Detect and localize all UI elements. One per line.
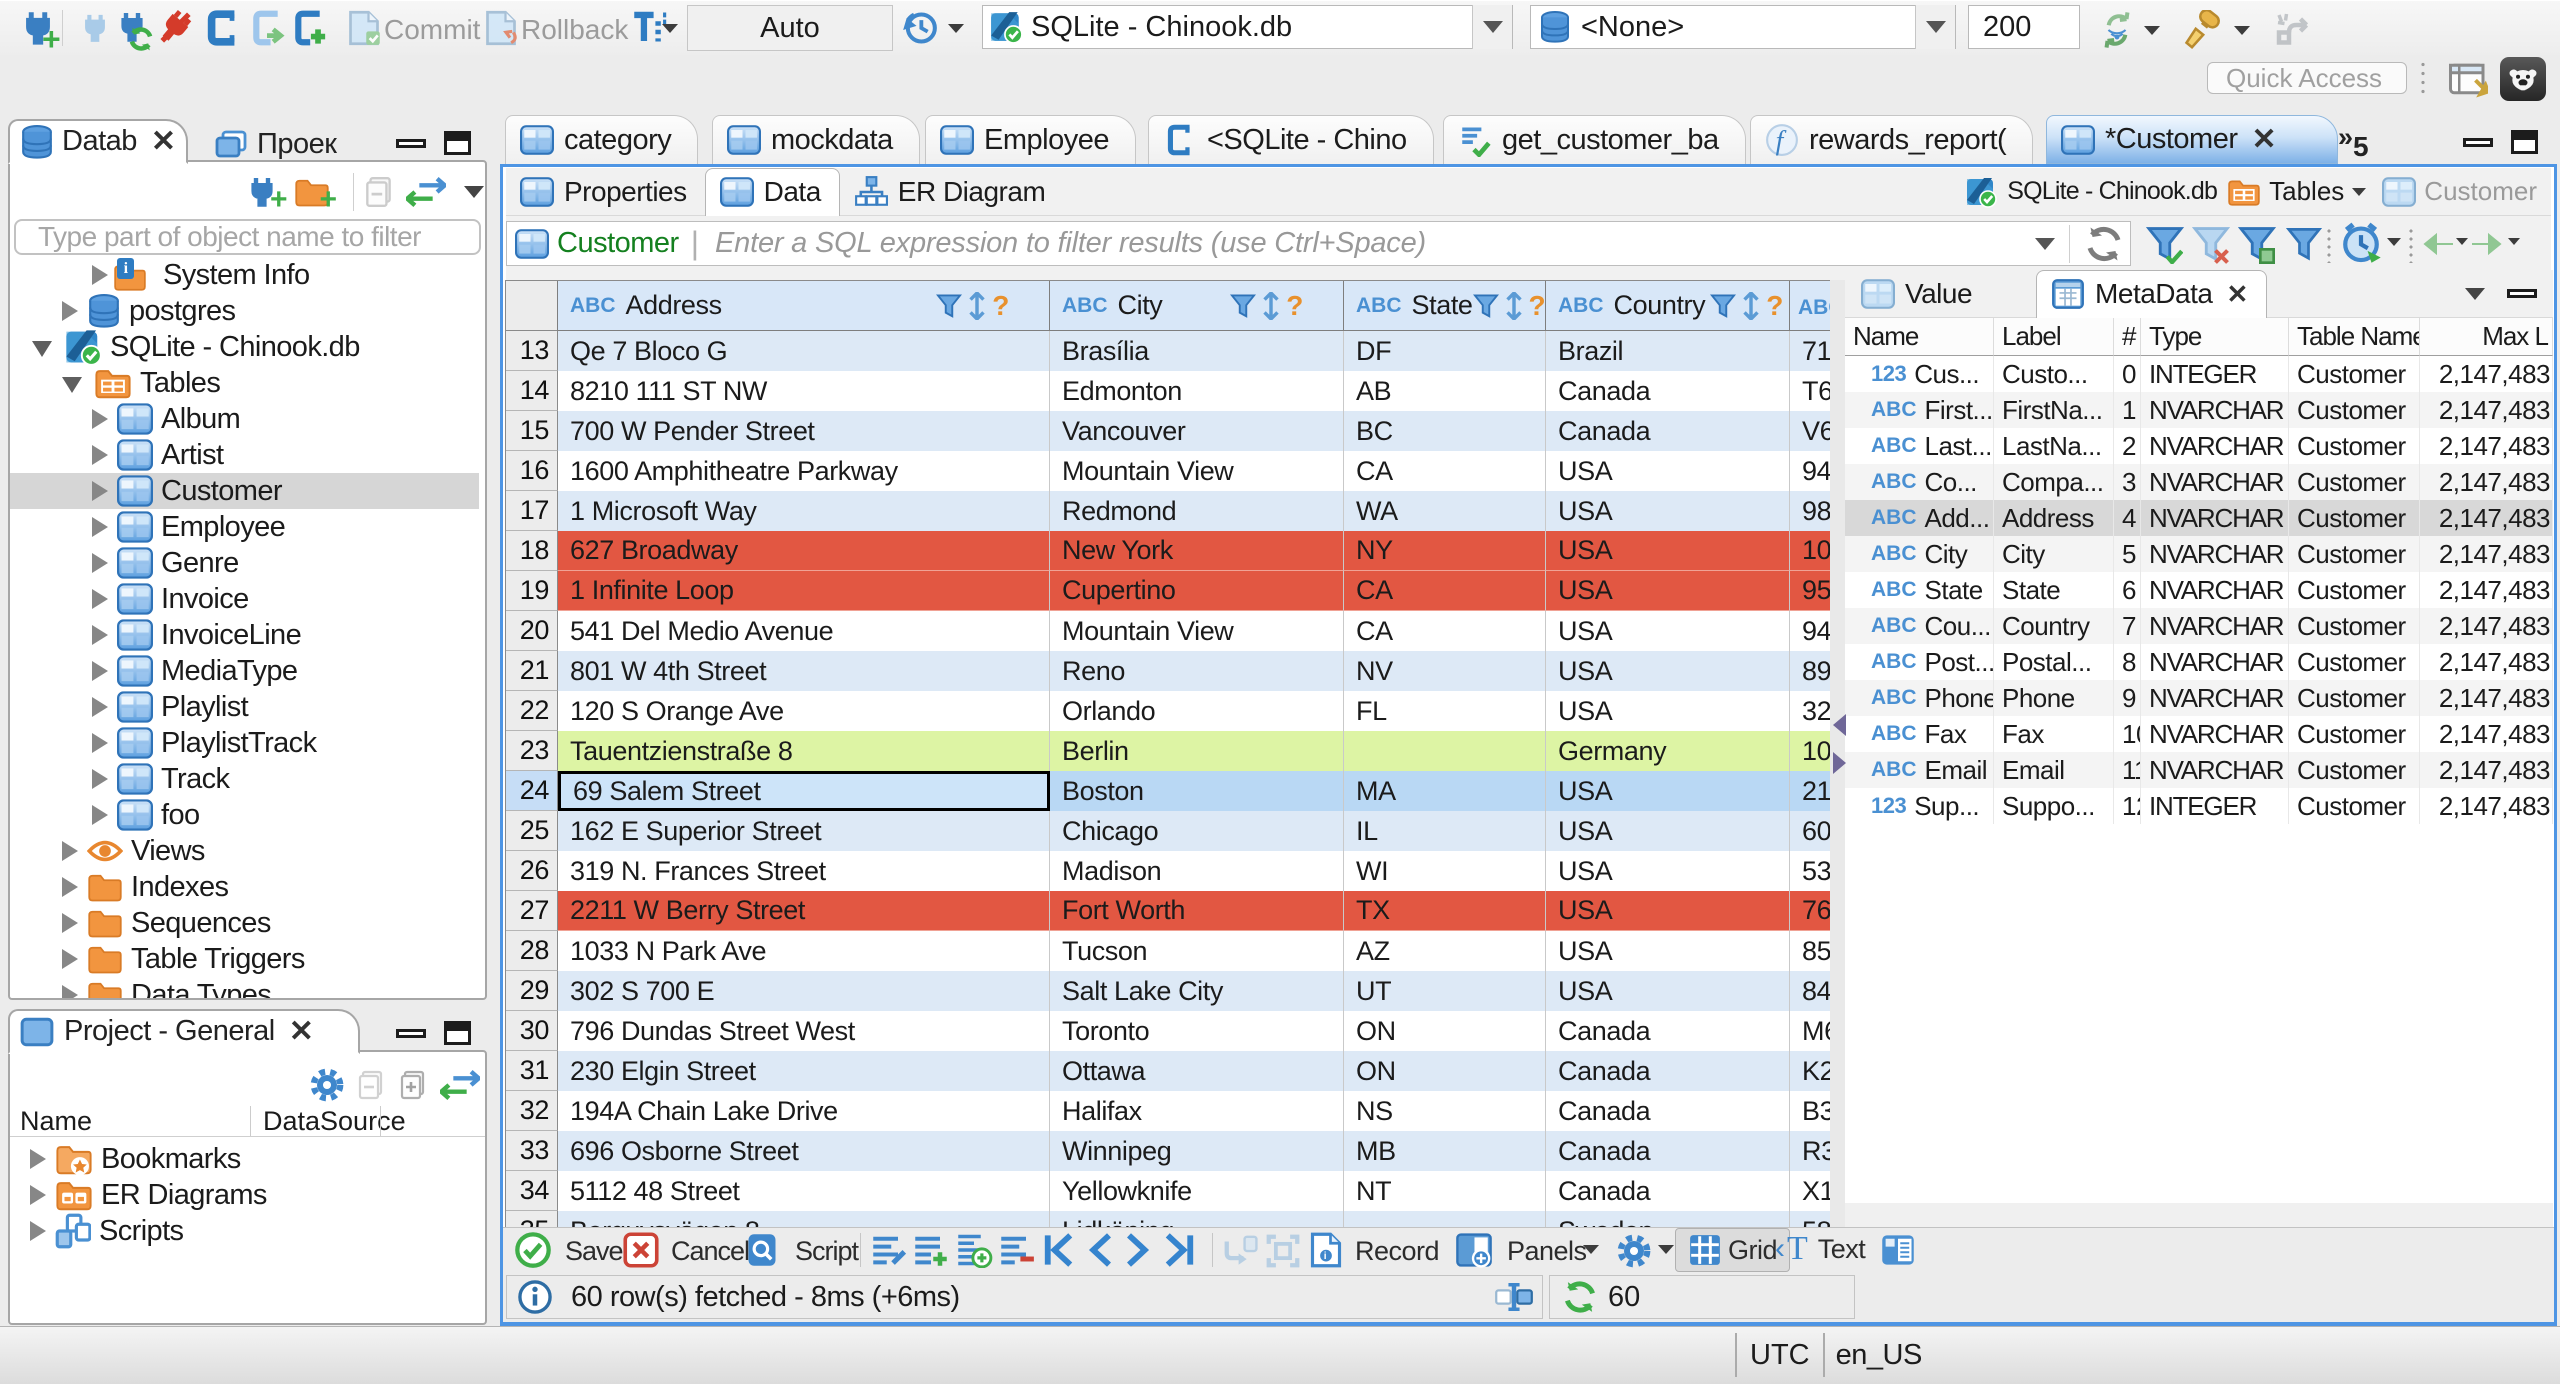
svg-text:i: i bbox=[1324, 1251, 1327, 1262]
